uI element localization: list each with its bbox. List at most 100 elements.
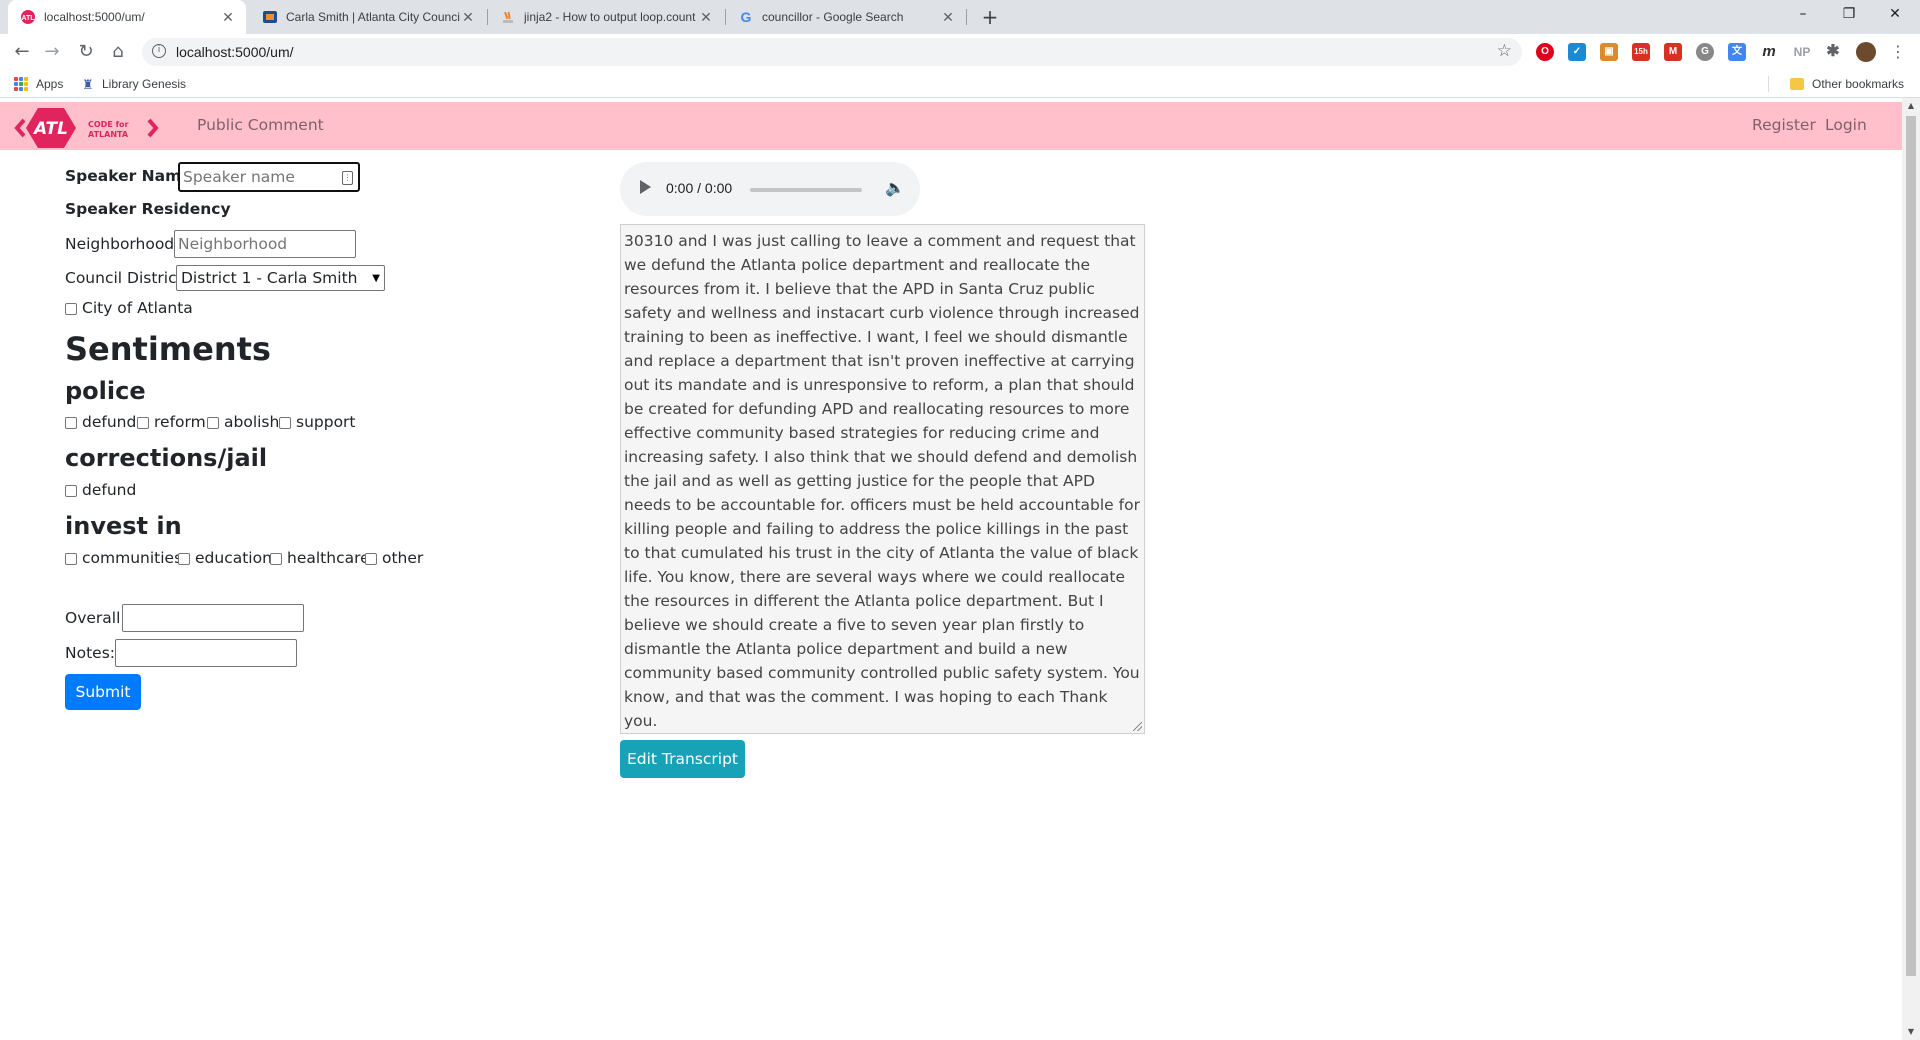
council-district-label: Council District (65, 269, 183, 287)
browser-toolbar: ← → ↻ ⌂ i localhost:5000/um/ ☆ O ✓ ▣ 15h… (0, 34, 1920, 70)
gmail-icon[interactable]: M (1664, 43, 1682, 61)
m-icon[interactable]: m (1760, 43, 1778, 61)
bookmark-other[interactable]: Other bookmarks (1790, 77, 1904, 91)
corrections-defund-checkbox[interactable] (65, 485, 77, 497)
profile-avatar[interactable] (1856, 42, 1876, 62)
translate-icon[interactable]: 文 (1728, 43, 1746, 61)
neighborhood-label: Neighborhood (65, 235, 175, 253)
tab-title: jinja2 - How to output loop.count (524, 10, 696, 24)
neighborhood-input[interactable] (174, 230, 356, 258)
sentiments-heading: Sentiments (65, 330, 271, 368)
speaker-name-label: Speaker Name (65, 167, 192, 185)
tab-close-icon[interactable]: ✕ (460, 9, 476, 26)
minimize-icon[interactable]: – (1780, 0, 1826, 30)
council-district-value: District 1 - Carla Smith (181, 269, 358, 287)
register-link[interactable]: Register (1752, 116, 1816, 134)
bookmark-label: Library Genesis (102, 77, 187, 91)
bookmark-star-icon[interactable]: ☆ (1497, 41, 1512, 61)
navbar: ATL CODE for ATLANTA Public Comment Regi… (0, 102, 1902, 150)
check-icon[interactable]: ✓ (1568, 43, 1586, 61)
back-icon[interactable]: ← (10, 40, 34, 64)
transcript-textarea[interactable]: 30310 and I was just calling to leave a … (620, 224, 1145, 734)
code-for-atlanta-logo[interactable]: ATL CODE for ATLANTA (14, 106, 164, 150)
police-support-checkbox[interactable] (279, 417, 291, 429)
page-scrollbar[interactable]: ▲ ▼ (1902, 98, 1920, 1040)
city-of-atlanta-label: City of Atlanta (82, 299, 193, 317)
address-bar[interactable]: i localhost:5000/um/ ☆ (142, 38, 1522, 66)
scroll-up-icon[interactable]: ▲ (1902, 98, 1920, 114)
resize-grip-icon[interactable] (1133, 722, 1142, 731)
grammarly-icon[interactable]: G (1696, 43, 1714, 61)
tab-close-icon[interactable]: ✕ (698, 9, 714, 26)
invest-education-checkbox[interactable] (178, 553, 190, 565)
bookmark-library-genesis[interactable]: ♜ Library Genesis (82, 77, 187, 92)
library-icon: ♜ (82, 77, 94, 92)
invest-communities-checkbox[interactable] (65, 553, 77, 565)
city-of-atlanta-checkbox[interactable] (65, 303, 77, 315)
svg-text:CODE for: CODE for (88, 120, 129, 129)
council-district-select[interactable]: District 1 - Carla Smith ▼ (176, 265, 385, 291)
police-reform-checkbox[interactable] (137, 417, 149, 429)
bookmark-label: Other bookmarks (1812, 77, 1905, 91)
tab-localhost[interactable]: ATL localhost:5000/um/ ✕ (8, 0, 246, 34)
invest-communities-label: communities (82, 549, 183, 567)
autofill-key-icon[interactable]: ⋮ (342, 171, 353, 185)
invest-healthcare-checkbox[interactable] (270, 553, 282, 565)
info-icon[interactable]: i (152, 44, 166, 58)
notes-label: Notes: (65, 644, 115, 662)
notes-input[interactable] (115, 639, 297, 667)
new-tab-icon[interactable]: + (978, 5, 1002, 29)
invest-other-label: other (382, 549, 424, 567)
bookmark-label: Apps (36, 77, 64, 91)
login-link[interactable]: Login (1825, 116, 1867, 134)
bookmark-divider (1768, 76, 1769, 92)
calendar-icon[interactable]: 15h (1632, 43, 1650, 61)
tab-title: localhost:5000/um/ (44, 10, 145, 24)
wallet-icon[interactable]: ▣ (1600, 43, 1618, 61)
corrections-defund-label: defund (82, 481, 137, 499)
menu-icon[interactable]: ⋮ (1886, 40, 1910, 64)
opera-icon[interactable]: O (1536, 43, 1554, 61)
svg-text:G: G (741, 9, 752, 25)
home-icon[interactable]: ⌂ (106, 40, 130, 64)
corrections-heading: corrections/jail (65, 444, 268, 472)
audio-seek-slider[interactable] (750, 188, 862, 192)
tab-carla-smith[interactable]: Carla Smith | Atlanta City Council ✕ (250, 0, 486, 34)
speaker-name-input[interactable] (178, 162, 360, 192)
overall-input[interactable] (122, 604, 304, 632)
edit-transcript-button[interactable]: Edit Transcript (620, 740, 745, 778)
tab-google-search[interactable]: G councillor - Google Search ✕ (726, 0, 966, 34)
police-defund-checkbox[interactable] (65, 417, 77, 429)
scroll-down-icon[interactable]: ▼ (1902, 1024, 1920, 1040)
np-icon[interactable]: NP (1790, 43, 1814, 61)
public-comment-link[interactable]: Public Comment (197, 116, 324, 134)
page-viewport: ATL CODE for ATLANTA Public Comment Regi… (0, 98, 1902, 1040)
tab-strip: ATL localhost:5000/um/ ✕ Carla Smith | A… (0, 0, 1920, 34)
police-defund-label: defund (82, 413, 137, 431)
close-window-icon[interactable]: ✕ (1872, 0, 1918, 30)
svg-text:ATLANTA: ATLANTA (88, 130, 129, 139)
reload-icon[interactable]: ↻ (74, 40, 98, 64)
url-text[interactable]: localhost:5000/um/ (176, 44, 294, 60)
council-favicon-icon (262, 9, 278, 25)
forward-icon[interactable]: → (40, 40, 64, 64)
stackoverflow-icon (500, 9, 516, 25)
bookmark-apps[interactable]: Apps (14, 77, 63, 91)
invest-in-heading: invest in (65, 512, 182, 540)
overall-label: Overall: (65, 609, 126, 627)
invest-other-checkbox[interactable] (365, 553, 377, 565)
volume-icon[interactable]: 🔈 (885, 178, 905, 197)
tab-separator (966, 9, 967, 25)
restore-icon[interactable]: ❐ (1826, 0, 1872, 30)
play-icon[interactable] (640, 180, 651, 194)
police-support-label: support (296, 413, 356, 431)
tab-jinja2[interactable]: jinja2 - How to output loop.count ✕ (488, 0, 724, 34)
svg-text:ATL: ATL (21, 15, 35, 22)
tab-close-icon[interactable]: ✕ (220, 9, 236, 26)
police-abolish-checkbox[interactable] (207, 417, 219, 429)
tab-close-icon[interactable]: ✕ (940, 9, 956, 26)
google-icon: G (738, 9, 754, 25)
scrollbar-thumb[interactable] (1906, 116, 1916, 976)
submit-button[interactable]: Submit (65, 674, 141, 710)
puzzle-icon[interactable]: ✱ (1824, 43, 1842, 61)
